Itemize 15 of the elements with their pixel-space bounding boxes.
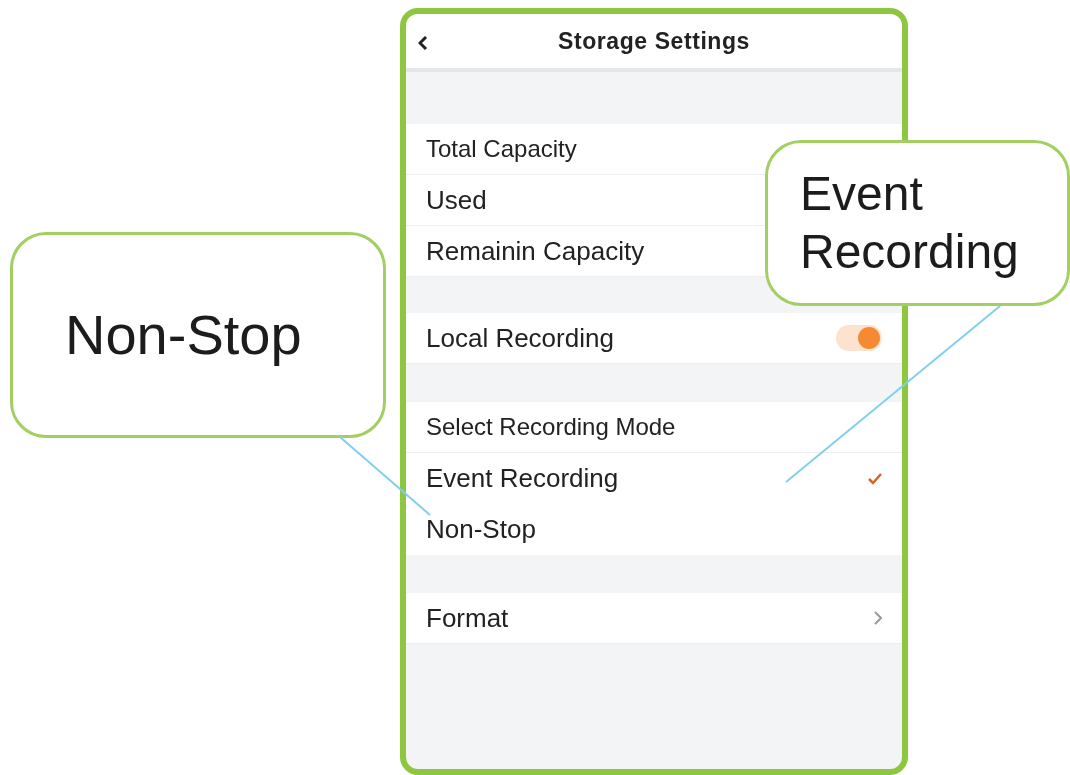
- row-label: Local Recording: [426, 321, 614, 355]
- row-label: Total Capacity: [426, 134, 577, 164]
- row-label: Remainin Capacity: [426, 234, 645, 268]
- format-row[interactable]: Format: [406, 593, 902, 644]
- row-label: Used: [426, 183, 487, 217]
- section-heading: Select Recording Mode: [426, 412, 676, 442]
- callout-bubble: Event Recording: [765, 140, 1070, 306]
- mode-option[interactable]: Non-Stop: [406, 504, 902, 555]
- screen-title: Storage Settings: [558, 26, 750, 56]
- mode-option[interactable]: Event Recording: [406, 453, 902, 504]
- chevron-icon: [874, 611, 882, 625]
- callout-bubble: Non-Stop: [10, 232, 386, 438]
- back-icon[interactable]: [418, 36, 428, 50]
- checkmark-icon: [868, 472, 882, 485]
- toggle-switch[interactable]: [836, 325, 882, 351]
